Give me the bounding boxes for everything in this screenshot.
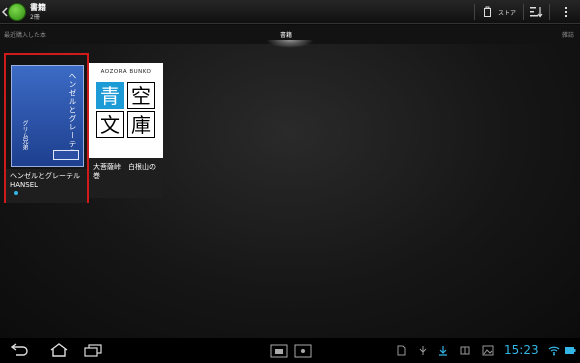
- store-label: ストア: [498, 10, 517, 17]
- book-card-daibosatsu[interactable]: AOZORA BUNKO 青 空 文 庫 大菩薩峠 白根山の巻: [89, 63, 163, 198]
- cover-logo: 青 空 文 庫: [96, 82, 156, 138]
- tab-indicator: [266, 40, 314, 48]
- download-icon: [439, 346, 447, 356]
- cover-kanji: 文: [96, 111, 124, 138]
- book-title: 大菩薩峠 白根山の巻: [93, 163, 156, 180]
- battery-icon: [565, 347, 576, 354]
- keyboard-icon[interactable]: [292, 344, 314, 358]
- book-cover: ヘンゼルとグレーテル グリム兄弟: [11, 65, 84, 167]
- app-logo-icon[interactable]: [8, 3, 26, 21]
- back-arrow-icon[interactable]: [8, 343, 30, 357]
- recent-apps-icon[interactable]: [82, 343, 104, 357]
- store-button[interactable]: ストア: [478, 0, 522, 24]
- system-bar: 15:23: [0, 338, 580, 363]
- cover-author: グリム兄弟: [21, 120, 28, 150]
- book-card-hansel[interactable]: ヘンゼルとグレーテル グリム兄弟 ヘンゼルとグレーテル HANSEL: [4, 53, 89, 203]
- cover-kanji: 庫: [127, 111, 155, 138]
- tab-magazines[interactable]: 雑誌: [562, 30, 574, 39]
- sort-icon[interactable]: [528, 4, 544, 20]
- cover-kanji: 空: [127, 82, 155, 109]
- gallery-icon: [482, 345, 494, 356]
- new-indicator-icon: [14, 191, 18, 195]
- wifi-icon: [548, 346, 560, 356]
- sd-card-icon: [397, 345, 406, 356]
- cover-title: ヘンゼルとグレーテル: [68, 72, 77, 157]
- clock: 15:23: [504, 343, 539, 357]
- tab-books[interactable]: 書籍: [280, 30, 292, 39]
- book-icon: [460, 346, 470, 355]
- cover-kanji: 青: [96, 82, 124, 109]
- divider: [549, 4, 550, 20]
- book-count: 2冊: [30, 14, 40, 21]
- book-info: ヘンゼルとグレーテル HANSEL: [6, 169, 87, 203]
- divider: [474, 4, 475, 20]
- book-cover: AOZORA BUNKO 青 空 文 庫: [89, 63, 163, 158]
- screenshot-icon[interactable]: [268, 344, 290, 358]
- cover-brand: AOZORA BUNKO: [100, 69, 152, 75]
- home-icon[interactable]: [48, 343, 70, 357]
- divider: [523, 4, 524, 20]
- book-title: ヘンゼルとグレーテル HANSEL: [10, 172, 80, 189]
- action-bar: 書籍 2冊 ストア: [0, 0, 580, 24]
- store-bag-icon: [484, 6, 491, 17]
- tab-recent-purchases[interactable]: 最近購入した本: [4, 30, 46, 39]
- overflow-menu-icon[interactable]: [558, 4, 574, 20]
- publisher-logo-icon: [53, 150, 79, 160]
- book-info: 大菩薩峠 白根山の巻: [89, 158, 163, 198]
- usb-icon: [419, 346, 427, 355]
